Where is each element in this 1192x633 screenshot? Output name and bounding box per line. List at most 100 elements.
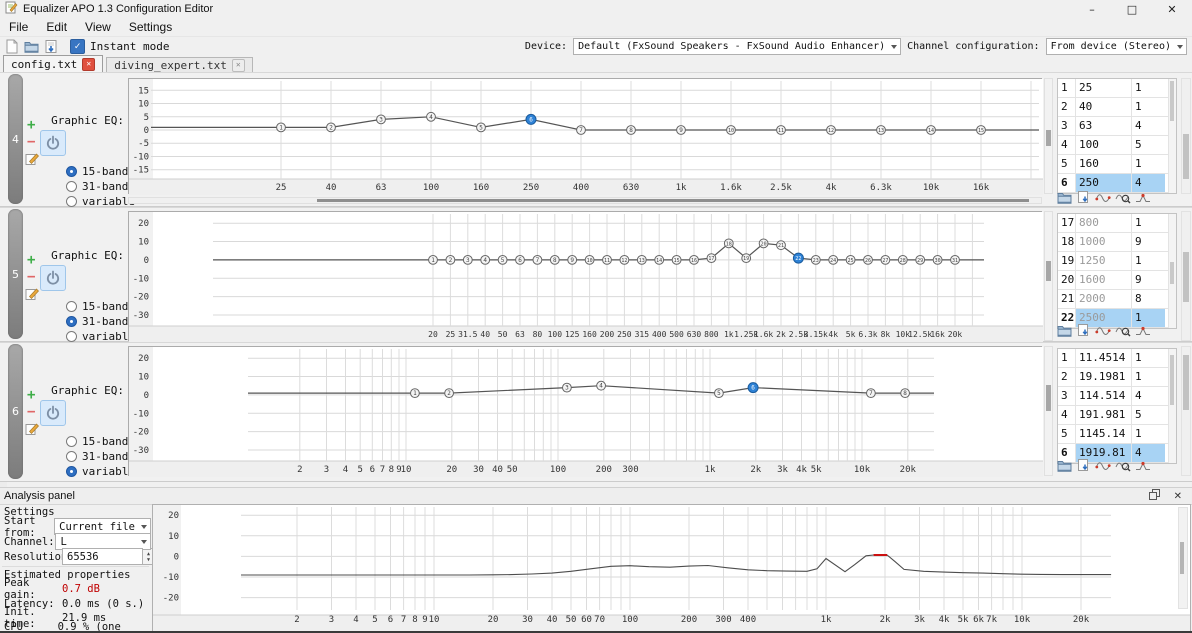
power-toggle-button[interactable] (40, 265, 66, 291)
menu-item-edit[interactable]: Edit (37, 19, 76, 35)
smooth-response-icon[interactable] (1095, 323, 1111, 341)
band-table[interactable]: 17 800 1 18 1000 9 19 1250 1 20 1600 9 21 2000 8 22 2500… (1057, 213, 1177, 329)
menu-item-file[interactable]: File (0, 19, 37, 35)
peak-marker-icon[interactable] (1135, 458, 1151, 476)
table-outer-scrollbar[interactable] (1181, 346, 1191, 476)
menu-item-view[interactable]: View (76, 19, 120, 35)
table-scrollbar[interactable] (1168, 349, 1176, 463)
analyze-response-icon[interactable] (1115, 458, 1131, 476)
mode-option-31-band[interactable]: 31-band (66, 449, 135, 464)
instant-mode-checkbox[interactable]: ✓ (70, 39, 85, 54)
close-button[interactable]: ✕ (1152, 0, 1192, 18)
power-toggle-button[interactable] (40, 400, 66, 426)
table-row[interactable]: 18 1000 9 (1058, 233, 1176, 252)
graph-vertical-scrollbar[interactable] (1044, 211, 1053, 341)
radio-icon[interactable] (66, 301, 77, 312)
table-scrollbar[interactable] (1168, 79, 1176, 193)
add-filter-icon[interactable]: + (27, 388, 35, 402)
peak-marker-icon[interactable] (1135, 190, 1151, 208)
table-scrollbar[interactable] (1168, 214, 1176, 328)
power-toggle-button[interactable] (40, 130, 66, 156)
save-file-icon[interactable] (43, 39, 60, 55)
analyze-response-icon[interactable] (1115, 190, 1131, 208)
table-row[interactable]: 4 100 5 (1058, 136, 1176, 155)
new-file-icon[interactable] (3, 39, 20, 55)
edit-filter-icon[interactable] (25, 152, 39, 169)
section-number[interactable]: 5 (8, 209, 23, 339)
remove-filter-icon[interactable]: − (27, 270, 35, 284)
analysis-graph-scrollbar[interactable] (1178, 507, 1188, 609)
table-toolbar (1057, 190, 1151, 208)
analyze-response-icon[interactable] (1115, 323, 1131, 341)
table-row[interactable]: 4 191.981 5 (1058, 406, 1176, 425)
remove-filter-icon[interactable]: − (27, 135, 35, 149)
radio-icon[interactable] (66, 466, 77, 477)
table-row[interactable]: 2 40 1 (1058, 98, 1176, 117)
smooth-response-icon[interactable] (1095, 458, 1111, 476)
edit-filter-icon[interactable] (25, 422, 39, 439)
save-response-icon[interactable] (1076, 190, 1091, 208)
table-outer-scrollbar[interactable] (1181, 78, 1191, 194)
eq-graph[interactable]: 20 10 0 -10 -20 -30 20 25 31.5 40 50 63 80 100 125 160 2… (128, 211, 1043, 342)
table-row[interactable]: 1 11.4514 1 (1058, 349, 1176, 368)
table-outer-scrollbar[interactable] (1181, 211, 1191, 341)
radio-icon[interactable] (66, 196, 77, 207)
section-number[interactable]: 4 (8, 74, 23, 204)
open-response-icon[interactable] (1057, 323, 1072, 341)
maximize-button[interactable]: □ (1112, 0, 1152, 18)
section-number[interactable]: 6 (8, 344, 23, 479)
channel-config-dropdown[interactable]: From device (Stereo) (1045, 38, 1187, 55)
table-row[interactable]: 3 114.514 4 (1058, 387, 1176, 406)
tab-close-icon[interactable]: ✕ (82, 57, 96, 71)
minimize-button[interactable]: – (1072, 0, 1112, 18)
mode-option-15-band[interactable]: 15-band (66, 434, 135, 449)
close-panel-icon[interactable]: ✕ (1174, 491, 1182, 502)
radio-icon[interactable] (66, 181, 77, 192)
mode-option-15-band[interactable]: 15-band (66, 299, 135, 314)
edit-filter-icon[interactable] (25, 287, 39, 304)
smooth-response-icon[interactable] (1095, 190, 1111, 208)
save-response-icon[interactable] (1076, 458, 1091, 476)
graph-vertical-scrollbar[interactable] (1044, 78, 1053, 194)
add-filter-icon[interactable]: + (27, 253, 35, 267)
save-response-icon[interactable] (1076, 323, 1091, 341)
float-panel-icon[interactable] (1148, 489, 1160, 503)
table-row[interactable]: 3 63 4 (1058, 117, 1176, 136)
eq-graph[interactable]: 20 10 0 -10 -20 -30 2 3 4 5 6 7 8 9 10 20 30 40 50 100 200 30… (128, 346, 1043, 477)
table-row[interactable]: 21 2000 8 (1058, 290, 1176, 309)
radio-icon[interactable] (66, 331, 77, 342)
radio-icon[interactable] (66, 436, 77, 447)
peak-marker-icon[interactable] (1135, 323, 1151, 341)
open-response-icon[interactable] (1057, 458, 1072, 476)
mode-option-31-band[interactable]: 31-band (66, 179, 135, 194)
table-row[interactable]: 20 1600 9 (1058, 271, 1176, 290)
graph-horizontal-scrollbar[interactable] (128, 197, 1042, 204)
radio-icon[interactable] (66, 451, 77, 462)
tab-close-icon[interactable]: ✕ (231, 58, 245, 72)
graph-vertical-scrollbar[interactable] (1044, 346, 1053, 476)
table-row[interactable]: 19 1250 1 (1058, 252, 1176, 271)
radio-icon[interactable] (66, 166, 77, 177)
tab-diving-expert-txt[interactable]: diving_expert.txt ✕ (106, 57, 253, 72)
table-row[interactable]: 1 25 1 (1058, 79, 1176, 98)
eq-graph[interactable]: 15 10 5 0 -5 -10 -15 25 40 63 100 160 250 400 630 1k 1.6… (128, 78, 1043, 195)
device-dropdown[interactable]: Default (FxSound Speakers - FxSound Audi… (573, 38, 902, 55)
radio-icon[interactable] (66, 316, 77, 327)
add-filter-icon[interactable]: + (27, 118, 35, 132)
table-row[interactable]: 17 800 1 (1058, 214, 1176, 233)
band-table[interactable]: 1 25 1 2 40 1 3 63 4 4 100 5 5 160 1 6 250 4 (1057, 78, 1177, 194)
svg-text:2: 2 (294, 615, 299, 625)
mode-option-31-band[interactable]: 31-band (66, 314, 135, 329)
open-file-icon[interactable] (23, 39, 40, 55)
table-row[interactable]: 5 160 1 (1058, 155, 1176, 174)
mode-option-15-band[interactable]: 15-band (66, 164, 135, 179)
menu-item-settings[interactable]: Settings (120, 19, 181, 35)
mode-option-variable[interactable]: variable (66, 464, 135, 479)
band-table[interactable]: 1 11.4514 1 2 19.1981 1 3 114.514 4 4 191.981 5 5 114… (1057, 348, 1177, 464)
table-row[interactable]: 5 1145.14 1 (1058, 425, 1176, 444)
table-row[interactable]: 2 19.1981 1 (1058, 368, 1176, 387)
resolution-spinner[interactable]: 65536 ▲ ▼ (62, 548, 155, 565)
open-response-icon[interactable] (1057, 190, 1072, 208)
tab-config-txt[interactable]: config.txt ✕ (3, 55, 104, 72)
remove-filter-icon[interactable]: − (27, 405, 35, 419)
